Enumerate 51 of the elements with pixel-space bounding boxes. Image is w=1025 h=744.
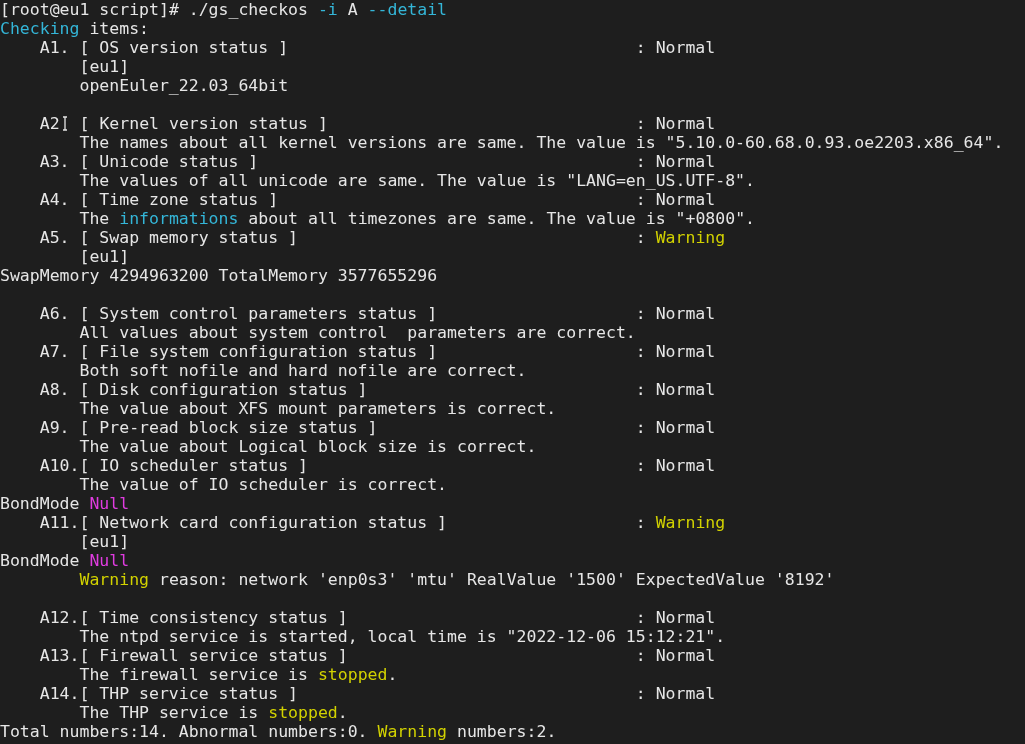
terminal-text: openEuler_22.03_64bit	[79, 76, 289, 95]
status-text: : Normal	[635, 190, 716, 209]
terminal-text: Total numbers:14. Abnormal numbers:0. Warning numbers:2.	[0, 722, 557, 741]
terminal-text: BondMode Null	[0, 551, 130, 570]
terminal-text: Both soft nofile and hard nofile are correct.	[79, 361, 527, 380]
status-text: : Normal	[635, 342, 716, 361]
status-text: : Normal	[635, 304, 716, 323]
terminal-text: [eu1]	[79, 247, 130, 266]
status-text: : Normal	[635, 380, 716, 399]
terminal-text: Warning reason: network 'enp0s3' 'mtu' RealValue '1500' ExpectedValue '8192'	[79, 570, 835, 589]
status-text: : Warning	[635, 228, 726, 247]
terminal-text: A11.[ Network card configuration status ]	[39, 513, 448, 532]
terminal-text: A10.[ IO scheduler status ]	[39, 456, 308, 475]
terminal-text: The firewall service is stopped.	[79, 665, 398, 684]
terminal-text: A1. [ OS version status ]	[39, 38, 289, 57]
terminal-text: Checking items:	[0, 19, 150, 38]
terminal-text: The names about all kernel versions are same. The value is "5.10.0-60.68.0.93.oe2203.x86_64".	[79, 133, 1004, 152]
terminal-text: [root@eu1 script]# ./gs_checkos -i A --detail	[0, 0, 448, 19]
status-text: : Normal	[635, 684, 716, 703]
terminal-text: A4. [ Time zone status ]	[39, 190, 279, 209]
status-text: : Normal	[635, 418, 716, 437]
terminal-text: The values of all unicode are same. The value is "LANG=en_US.UTF-8".	[79, 171, 755, 190]
terminal-text: BondMode Null	[0, 494, 130, 513]
terminal-text: The value of IO scheduler is correct.	[79, 475, 448, 494]
terminal-text: [eu1]	[79, 57, 130, 76]
terminal-text: A2	[39, 114, 60, 133]
status-text: : Normal	[635, 646, 716, 665]
terminal-text: The informations about all timezones are same. The value is "+0800".	[79, 209, 755, 228]
terminal-text: [eu1]	[79, 532, 130, 551]
terminal-text: The THP service is stopped.	[79, 703, 348, 722]
terminal-text: A14.[ THP service status ]	[39, 684, 298, 703]
status-text: : Normal	[635, 456, 716, 475]
terminal-text: A9. [ Pre-read block size status ]	[39, 418, 378, 437]
status-text: : Normal	[635, 38, 716, 57]
terminal-text: SwapMemory 4294963200 TotalMemory 3577655296	[0, 266, 438, 285]
status-text: : Normal	[635, 114, 716, 133]
status-text: : Normal	[635, 152, 716, 171]
terminal-text: A7. [ File system configuration status ]	[39, 342, 438, 361]
terminal-text: A13.[ Firewall service status ]	[39, 646, 348, 665]
status-text: : Warning	[635, 513, 726, 532]
terminal-text: A8. [ Disk configuration status ]	[39, 380, 368, 399]
terminal-text: The ntpd service is started, local time is "2022-12-06 15:12:21".	[79, 627, 726, 646]
terminal-text: A5. [ Swap memory status ]	[39, 228, 298, 247]
status-text: : Normal	[635, 608, 716, 627]
terminal-text: A3. [ Unicode status ]	[39, 152, 259, 171]
terminal-text: A12.[ Time consistency status ]	[39, 608, 348, 627]
terminal-text: All values about system control parameters are correct.	[79, 323, 636, 342]
terminal-text: The value about Logical block size is correct.	[79, 437, 537, 456]
terminal-text: A6. [ System control parameters status ]	[39, 304, 438, 323]
terminal-text: [ Kernel version status ]	[78, 114, 328, 133]
terminal-text: The value about XFS mount parameters is correct.	[79, 399, 557, 418]
